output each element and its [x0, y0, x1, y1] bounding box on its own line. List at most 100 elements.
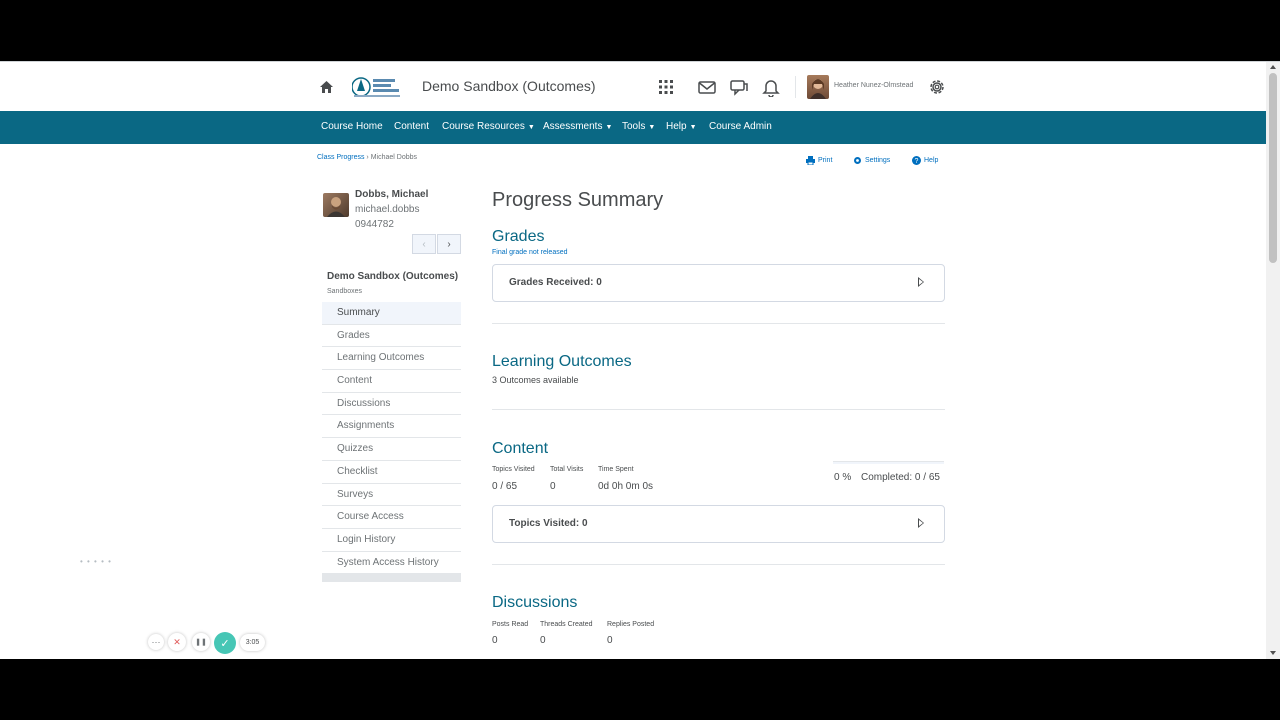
scrollbar-thumb[interactable] — [1269, 73, 1277, 263]
waffle-icon[interactable] — [656, 77, 676, 97]
bell-icon[interactable] — [761, 77, 781, 97]
time-spent-label: Time Spent — [598, 466, 634, 473]
sidebar-item-content[interactable]: Content — [322, 370, 461, 393]
section-divider — [492, 323, 945, 324]
time-spent-value: 0d 0h 0m 0s — [598, 481, 654, 492]
home-icon[interactable] — [320, 81, 333, 93]
nav-course-resources[interactable]: Course Resources ▼ — [442, 121, 535, 132]
print-button[interactable]: Print — [806, 156, 832, 165]
threads-created-label: Threads Created — [540, 621, 593, 628]
completion-progress-bar — [833, 461, 944, 464]
sidebar-item-system-access-history[interactable]: System Access History — [322, 552, 461, 575]
topics-visited-value: 0 / 65 — [492, 481, 518, 492]
grades-received-panel[interactable]: Grades Received: 0 — [492, 264, 945, 302]
sidebar-item-quizzes[interactable]: Quizzes — [322, 438, 461, 461]
student-name: Dobbs, Michael — [355, 189, 429, 200]
student-id: 0944782 — [355, 219, 394, 230]
sidebar-item-checklist[interactable]: Checklist — [322, 461, 461, 484]
sidebar-item-grades[interactable]: Grades — [322, 325, 461, 348]
section-divider — [492, 564, 945, 565]
student-username: michael.dobbs — [355, 204, 420, 215]
sidebar-item-summary[interactable]: Summary — [322, 302, 461, 325]
replies-posted-value: 0 — [607, 635, 613, 646]
grades-heading[interactable]: Grades — [492, 228, 544, 246]
more-options-button[interactable]: ··· — [148, 634, 164, 650]
gear-icon[interactable] — [927, 77, 947, 97]
settings-button[interactable]: Settings — [853, 156, 890, 165]
posts-read-value: 0 — [492, 635, 498, 646]
user-avatar[interactable] — [807, 75, 829, 99]
sidebar-item-course-access[interactable]: Course Access — [322, 506, 461, 529]
grades-note: Final grade not released — [492, 249, 568, 256]
discussions-heading[interactable]: Discussions — [492, 594, 577, 612]
completion-summary: Completed: 0 / 65 — [861, 472, 940, 483]
completed-label: Completed: — [861, 472, 913, 483]
header-divider — [795, 76, 796, 98]
learning-outcomes-heading[interactable]: Learning Outcomes — [492, 353, 632, 371]
page-title: Progress Summary — [492, 189, 664, 211]
timer-display: 3:05 — [240, 634, 265, 651]
replies-posted-label: Replies Posted — [607, 621, 655, 628]
scroll-up-icon[interactable] — [1270, 65, 1276, 69]
expand-arrow-icon — [918, 277, 924, 287]
grades-received-label: Grades Received: 0 — [509, 277, 602, 288]
chat-icon[interactable] — [729, 77, 749, 97]
print-icon — [806, 156, 815, 165]
posts-read-label: Posts Read — [492, 621, 529, 628]
pause-icon: ❚❚ — [195, 639, 207, 646]
breadcrumb-class-progress[interactable]: Class Progress — [317, 154, 364, 161]
chevron-down-icon: ▼ — [527, 124, 535, 131]
chevron-left-icon: ‹ — [422, 238, 426, 250]
sidebar-item-learning-outcomes[interactable]: Learning Outcomes — [322, 347, 461, 371]
sidebar-item-login-history[interactable]: Login History — [322, 529, 461, 552]
breadcrumb-current: Michael Dobbs — [370, 154, 418, 161]
nav-help[interactable]: Help ▼ — [666, 121, 697, 132]
help-icon: ? — [912, 156, 921, 165]
browser-page: Demo Sandbox (Outcomes) Heather Nunez-Ol… — [0, 62, 1280, 659]
page-scrollbar[interactable] — [1266, 62, 1280, 659]
next-student-button[interactable]: › — [437, 234, 461, 254]
sidebar-item-surveys[interactable]: Surveys — [322, 484, 461, 507]
mail-icon[interactable] — [697, 77, 717, 97]
student-photo — [323, 193, 349, 217]
total-visits-value: 0 — [550, 481, 556, 492]
sidebar-course-subtitle: Sandboxes — [327, 288, 363, 295]
outcomes-available-text: 3 Outcomes available — [492, 375, 579, 385]
chevron-down-icon: ▼ — [605, 124, 613, 131]
nav-course-home[interactable]: Course Home — [321, 121, 383, 132]
close-button[interactable]: ✕ — [168, 633, 186, 651]
scroll-down-icon[interactable] — [1270, 651, 1276, 655]
user-name[interactable]: Heather Nunez-Olmstead — [834, 82, 913, 89]
nav-tools[interactable]: Tools ▼ — [622, 121, 655, 132]
pause-button[interactable]: ❚❚ — [192, 633, 210, 651]
chevron-down-icon: ▼ — [689, 124, 697, 131]
sidebar-item-discussions[interactable]: Discussions — [322, 393, 461, 416]
total-visits-label: Total Visits — [550, 466, 584, 473]
sidebar-item-assignments[interactable]: Assignments — [322, 415, 461, 439]
chevron-down-icon: ▼ — [648, 124, 656, 131]
course-title[interactable]: Demo Sandbox (Outcomes) — [422, 78, 596, 94]
nav-content[interactable]: Content — [394, 121, 429, 132]
nav-assessments[interactable]: Assessments ▼ — [543, 121, 612, 132]
minibar: Demo Sandbox (Outcomes) Heather Nunez-Ol… — [0, 62, 1266, 111]
help-button[interactable]: ? Help — [912, 156, 938, 165]
navbar: Course Home Content Course Resources ▼ As… — [0, 111, 1266, 144]
loading-dots: • • • • • — [80, 557, 112, 566]
nav-course-admin[interactable]: Course Admin — [709, 121, 772, 132]
sidebar-footer — [322, 574, 461, 583]
completion-percent: 0 % — [834, 472, 852, 483]
content-heading[interactable]: Content — [492, 440, 548, 458]
check-icon: ✓ — [220, 637, 230, 650]
prev-student-button[interactable]: ‹ — [412, 234, 436, 254]
close-icon: ✕ — [173, 636, 181, 647]
topics-visited-panel[interactable]: Topics Visited: 0 — [492, 505, 945, 543]
topics-visited-label: Topics Visited — [492, 466, 535, 473]
chevron-right-icon: › — [447, 238, 451, 250]
sidebar-nav: Summary Grades Learning Outcomes Content… — [322, 302, 461, 583]
threads-created-value: 0 — [540, 635, 546, 646]
done-button[interactable]: ✓ — [214, 632, 236, 654]
institution-logo[interactable] — [352, 75, 402, 99]
settings-gear-icon — [854, 157, 861, 164]
expand-arrow-icon — [918, 518, 924, 528]
section-divider — [492, 409, 945, 410]
